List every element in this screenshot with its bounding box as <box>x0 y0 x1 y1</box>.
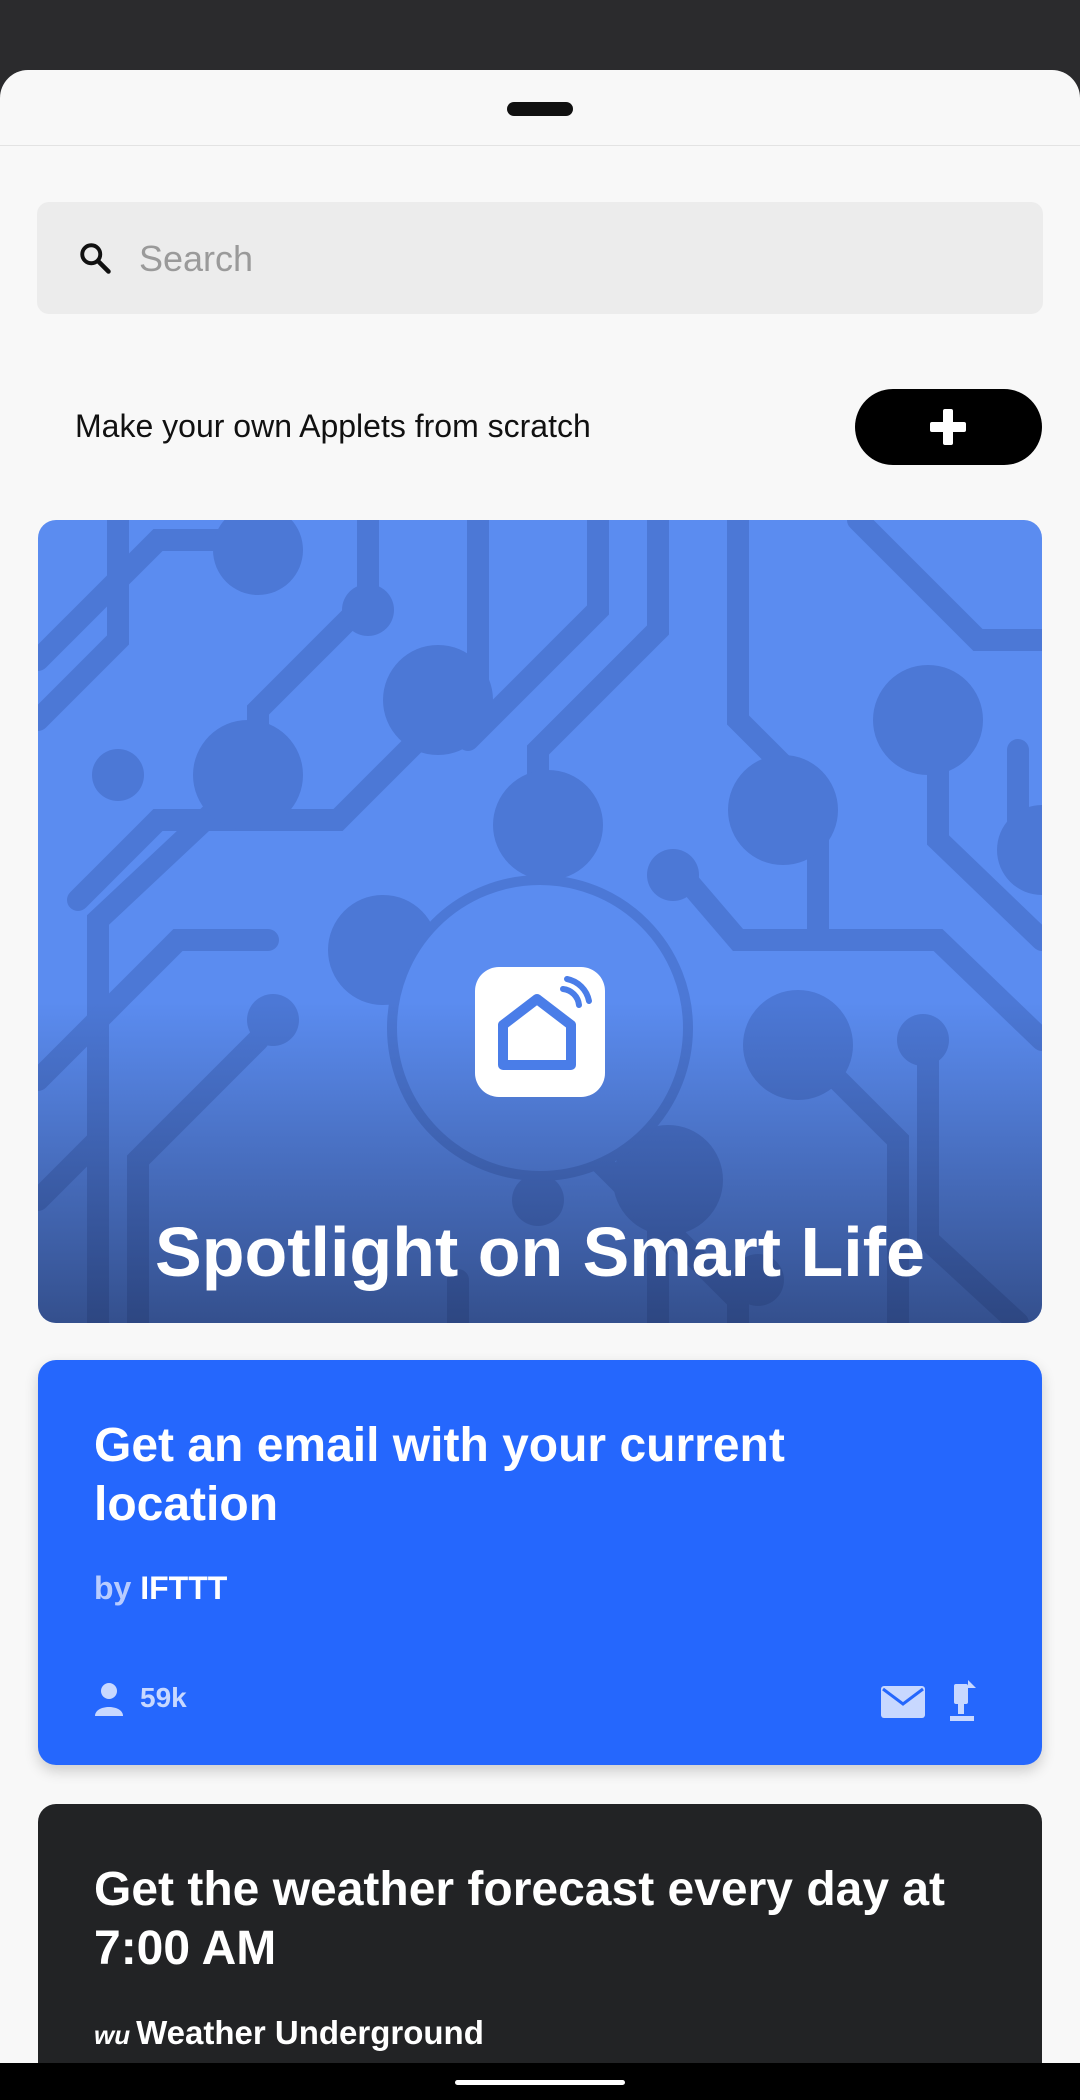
user-count-text: 59k <box>140 1682 187 1713</box>
navigation-bar <box>0 2063 1080 2100</box>
drag-handle[interactable] <box>507 102 573 116</box>
applet-author-prefix: by <box>94 1570 132 1606</box>
create-applet-label: Make your own Applets from scratch <box>75 408 591 444</box>
applet-title: Get an email with your current location <box>94 1419 785 1531</box>
applet-service: wu Weather Underground <box>94 2014 484 2052</box>
spotlight-card[interactable]: Spotlight on Smart Life <box>38 520 1042 1323</box>
bottom-sheet: Make your own Applets from scratch <box>0 70 1080 2100</box>
applet-title: Get the weather forecast every day at 7:… <box>94 1863 946 1975</box>
service-name: Weather Underground <box>136 2014 484 2051</box>
applet-card-email-location[interactable]: Get an email with your current location … <box>38 1360 1042 1765</box>
spotlight-gradient <box>38 520 1042 1323</box>
mail-icon <box>881 1686 925 1718</box>
applet-author-name: IFTTT <box>140 1570 228 1606</box>
applet-card-weather[interactable]: Get the weather forecast every day at 7:… <box>38 1804 1042 2100</box>
location-icon <box>950 1680 976 1721</box>
search-bar[interactable] <box>37 202 1043 314</box>
weather-underground-icon: wu <box>94 2020 131 2050</box>
plus-icon <box>930 409 966 445</box>
sheet-header <box>0 70 1080 146</box>
search-icon <box>80 243 111 274</box>
user-icon <box>95 1683 123 1716</box>
create-applet-button[interactable] <box>855 389 1042 465</box>
smart-life-app-icon <box>475 967 605 1097</box>
home-gesture-bar[interactable] <box>455 2080 625 2085</box>
status-bar <box>0 0 1080 70</box>
spotlight-title: Spotlight on Smart Life <box>155 1213 925 1291</box>
search-input[interactable] <box>137 228 1001 290</box>
applet-author: by IFTTT <box>94 1570 227 1607</box>
